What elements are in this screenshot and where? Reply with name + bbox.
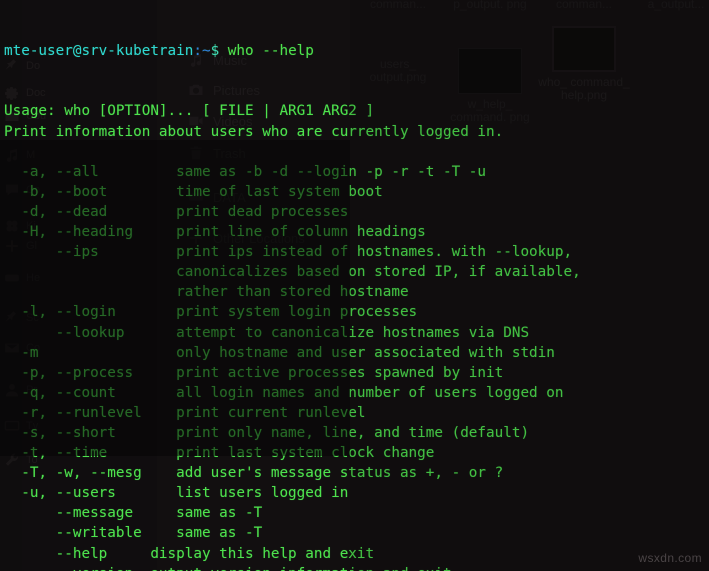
screen: DoDocUbuMCoKiGlHeScCoPrTvTo MusicPicture… [0, 0, 709, 571]
terminal-window[interactable]: mte-user@srv-kubetrain:~$ who --help Usa… [0, 0, 709, 571]
terminal-line: -d, --dead print dead processes [4, 203, 349, 220]
terminal-output: mte-user@srv-kubetrain:~$ who --help Usa… [0, 0, 709, 571]
terminal-line: --lookup attempt to canonicalize hostnam… [4, 324, 530, 341]
terminal-line: --version output version information and… [4, 564, 705, 571]
prompt-command: who --help [219, 43, 314, 60]
terminal-line: Usage: who [OPTION]... [ FILE | ARG1 ARG… [4, 103, 375, 120]
terminal-line: -H, --heading print line of column headi… [4, 224, 426, 241]
terminal-line: -a, --all same as -b -d --login -p -r -t… [4, 163, 487, 180]
terminal-line: Print information about users who are cu… [4, 123, 504, 140]
terminal-line: --ips print ips instead of hostnames. wi… [4, 244, 573, 261]
terminal-line: -T, -w, --mesg add user's message status… [4, 465, 504, 482]
prompt-path: :~ [193, 43, 211, 60]
terminal-line: -b, --boot time of last system boot [4, 183, 383, 200]
terminal-line: canonicalizes based on stored IP, if ava… [4, 264, 581, 281]
terminal-line: rather than stored hostname [4, 284, 409, 301]
terminal-line: -m only hostname and user associated wit… [4, 344, 555, 361]
terminal-line: -t, --time print last system clock chang… [4, 445, 435, 462]
terminal-line: -p, --process print active processes spa… [4, 364, 504, 381]
prompt-user-host: mte-user@srv-kubetrain [4, 43, 194, 60]
terminal-help-text: Usage: who [OPTION]... [ FILE | ARG1 ARG… [4, 101, 705, 571]
terminal-line: --help display this help and exit [4, 545, 375, 562]
terminal-line: -r, --runlevel print current runlevel [4, 404, 366, 421]
terminal-line: -s, --short print only name, line, and t… [4, 424, 530, 441]
terminal-line: --writable same as -T [4, 525, 263, 542]
watermark: wsxdn.com [638, 551, 702, 565]
terminal-line: --message same as -T [4, 505, 263, 522]
terminal-line: -u, --users list users logged in [4, 485, 349, 502]
terminal-prompt-line: mte-user@srv-kubetrain:~$ who --help [4, 41, 705, 61]
terminal-line: -q, --count all login names and number o… [4, 384, 564, 401]
terminal-line: -l, --login print system login processes [4, 304, 418, 321]
prompt-dollar: $ [210, 43, 220, 60]
